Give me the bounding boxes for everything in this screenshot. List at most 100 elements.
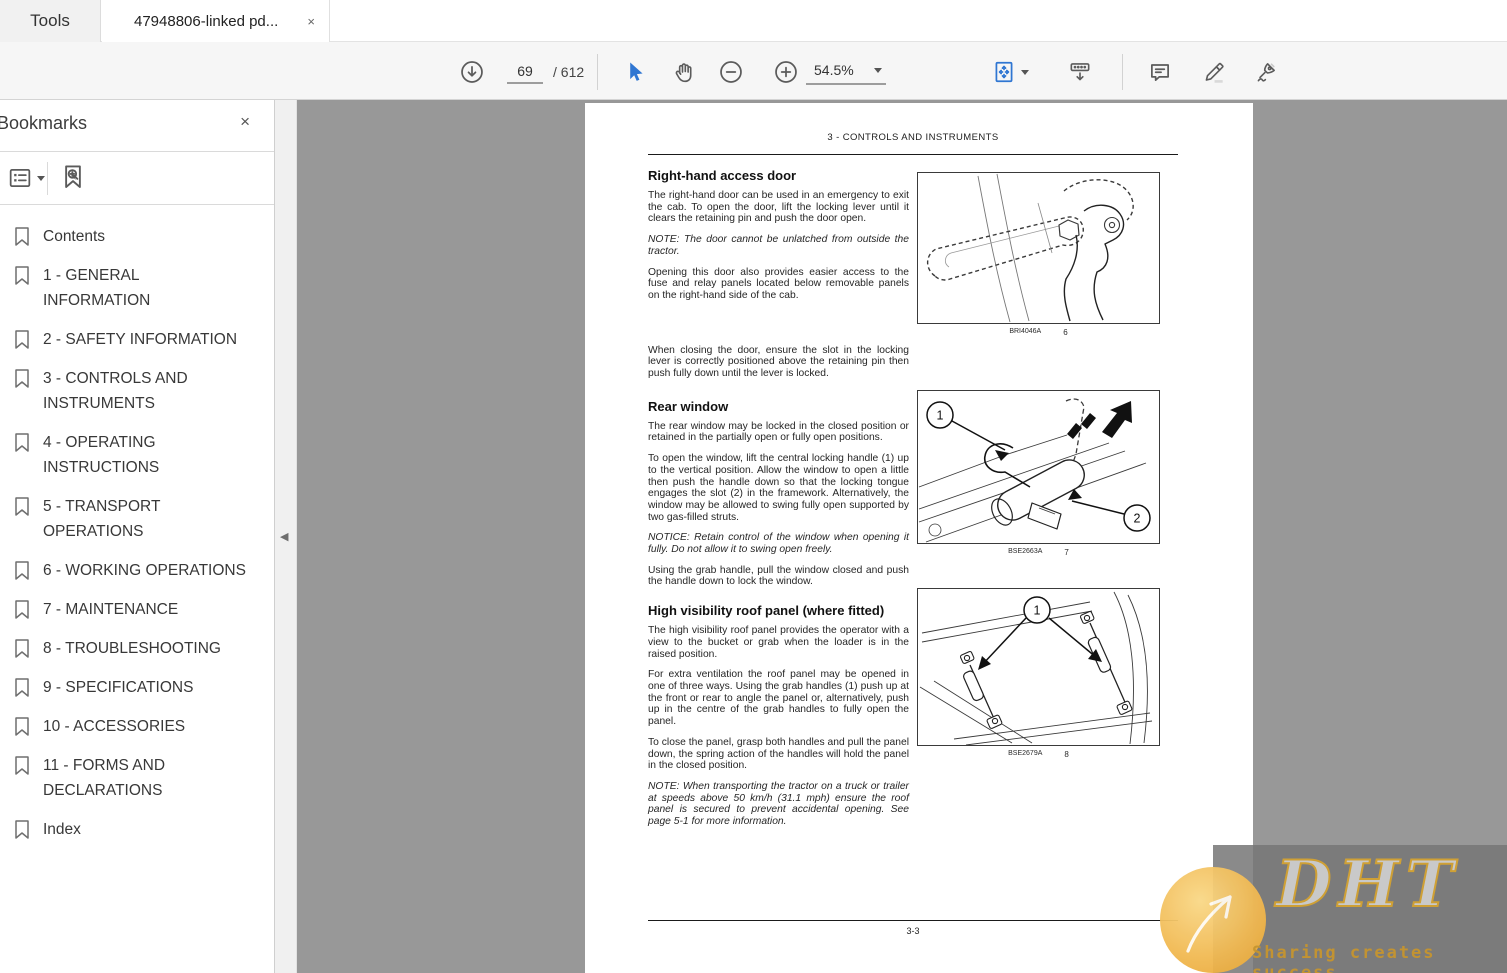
bookmark-icon: [15, 497, 29, 516]
page-running-header: 3 - CONTROLS AND INSTRUMENTS: [827, 132, 999, 143]
bookmark-icon: [15, 227, 29, 246]
bookmark-item-3[interactable]: 2 - SAFETY INFORMATION: [0, 320, 268, 359]
svg-text:1: 1: [937, 409, 944, 423]
toolbar-divider: [1122, 54, 1123, 90]
bookmark-icon: [15, 561, 29, 580]
document-viewport[interactable]: 3 - CONTROLS AND INSTRUMENTS Right-hand …: [297, 100, 1507, 973]
hide-toolbar-icon[interactable]: [1066, 58, 1094, 86]
watermark-tagline: Sharing creates success: [1252, 943, 1436, 973]
bookmarks-title: Bookmarks: [0, 113, 88, 133]
hand-tool-icon[interactable]: [670, 58, 698, 86]
bookmarks-list: Contents 1 - GENERAL INFORMATION 2 - SAF…: [0, 205, 274, 849]
page-text-column: Right-hand access door The right-hand do…: [648, 155, 909, 837]
bookmark-item-label: 5 - TRANSPORT OPERATIONS: [43, 498, 161, 540]
bookmark-item-label: Index: [43, 821, 81, 838]
bookmark-options-icon[interactable]: [6, 164, 45, 192]
main-area: Bookmarks × Contents 1 - GENERAL INFORMA…: [0, 100, 1507, 973]
paragraph: The right-hand door can be used in an em…: [648, 190, 909, 225]
collapse-panel-icon[interactable]: ◀: [280, 530, 288, 543]
figure-number: 7: [1064, 548, 1069, 557]
bookmark-item-7[interactable]: 6 - WORKING OPERATIONS: [0, 551, 268, 590]
bookmark-item-1[interactable]: Contents: [0, 217, 268, 256]
download-icon[interactable]: [458, 58, 486, 86]
bookmark-item-label: 2 - SAFETY INFORMATION: [43, 331, 238, 348]
toolbar-divider: [597, 54, 598, 90]
page-folio: 3-3: [906, 926, 920, 936]
section-heading: Rear window: [648, 398, 729, 414]
close-icon[interactable]: ×: [240, 112, 250, 132]
bookmark-item-9[interactable]: 8 - TROUBLESHOOTING: [0, 629, 268, 668]
page-number-input[interactable]: [507, 59, 543, 84]
note-paragraph: NOTICE: Retain control of the window whe…: [648, 532, 909, 556]
bookmark-icon: [15, 600, 29, 619]
bookmark-icon: [15, 820, 29, 839]
tab-close-icon[interactable]: ×: [307, 14, 315, 29]
chevron-down-icon: [874, 67, 882, 73]
bookmark-item-11[interactable]: 10 - ACCESSORIES: [0, 707, 268, 746]
bookmark-icon: [15, 369, 29, 388]
bookmarks-toolbar: [0, 152, 274, 205]
zoom-out-icon[interactable]: [717, 58, 745, 86]
bookmark-item-label: 3 - CONTROLS AND INSTRUMENTS: [43, 370, 188, 412]
bookmark-icon: [15, 678, 29, 697]
bookmark-icon: [15, 639, 29, 658]
bookmark-icon: [15, 756, 29, 775]
chevron-down-icon: [37, 175, 45, 181]
section-heading: High visibility roof panel (where fitted…: [648, 603, 885, 619]
bookmark-item-label: 4 - OPERATING INSTRUCTIONS: [43, 434, 160, 476]
paragraph: To close the panel, grasp both handles a…: [648, 736, 909, 772]
find-current-bookmark-icon[interactable]: [58, 162, 88, 192]
toolbar: / 612 54.5%: [0, 42, 1507, 100]
paragraph: The high visibility roof panel provides …: [648, 625, 909, 660]
zoom-in-icon[interactable]: [772, 58, 800, 86]
bookmark-icon: [15, 330, 29, 349]
tab-document[interactable]: 47948806-linked pd... ×: [102, 0, 330, 42]
bookmark-item-12[interactable]: 11 - FORMS AND DECLARATIONS: [0, 746, 268, 810]
bookmark-item-8[interactable]: 7 - MAINTENANCE: [0, 590, 268, 629]
fit-page-icon[interactable]: [988, 58, 1032, 86]
tab-bar: Tools 47948806-linked pd... ×: [0, 0, 1507, 42]
bookmark-item-10[interactable]: 9 - SPECIFICATIONS: [0, 668, 268, 707]
bookmarks-panel: Bookmarks × Contents 1 - GENERAL INFORMA…: [0, 100, 275, 973]
pdf-page: 3 - CONTROLS AND INSTRUMENTS Right-hand …: [585, 103, 1253, 973]
tab-document-label: 47948806-linked pd...: [134, 12, 279, 30]
section-heading: Right-hand access door: [648, 168, 797, 183]
zoom-level-value: 54.5%: [814, 62, 854, 78]
figure-number: 6: [1063, 328, 1068, 337]
bookmark-icon: [15, 717, 29, 736]
paragraph: When closing the door, ensure the slot i…: [648, 344, 909, 380]
figure-access-door: BRI4046A 6: [917, 172, 1160, 337]
figure-number: 8: [1064, 750, 1069, 759]
bookmark-item-label: 6 - WORKING OPERATIONS: [43, 562, 246, 579]
svg-text:2: 2: [1134, 512, 1141, 526]
sign-icon[interactable]: [1252, 58, 1280, 86]
paragraph: Using the grab handle, pull the window c…: [648, 564, 909, 588]
watermark-backdrop: [1213, 845, 1507, 973]
bookmark-item-6[interactable]: 5 - TRANSPORT OPERATIONS: [0, 487, 268, 551]
select-tool-icon[interactable]: [620, 58, 648, 86]
footer-rule: [648, 920, 1178, 921]
bookmarks-header: Bookmarks ×: [0, 100, 274, 152]
tab-tools[interactable]: Tools: [0, 0, 101, 42]
figure-code: BSE2663A: [1008, 548, 1043, 555]
bookmark-item-13[interactable]: Index: [0, 810, 268, 849]
bookmark-item-2[interactable]: 1 - GENERAL INFORMATION: [0, 256, 268, 320]
paragraph: For extra ventilation the roof panel may…: [648, 669, 909, 728]
note-paragraph: NOTE: When transporting the tractor on a…: [648, 780, 909, 828]
paragraph: Opening this door also provides easier a…: [648, 266, 909, 301]
figure-rear-window: 1 2 BSE2663A 7: [917, 390, 1160, 557]
figure-code: BRI4046A: [1009, 328, 1042, 335]
svg-text:1: 1: [1034, 604, 1041, 618]
paragraph: To open the window, lift the central loc…: [648, 453, 909, 523]
panel-collapse-gutter[interactable]: ◀: [275, 100, 297, 973]
zoom-level-select[interactable]: 54.5%: [806, 59, 886, 85]
highlight-icon[interactable]: [1200, 58, 1228, 86]
watermark-logo-text: DHT: [1275, 846, 1461, 923]
bookmark-item-label: 7 - MAINTENANCE: [43, 601, 179, 618]
bookmark-icon: [15, 266, 29, 285]
bookmark-item-4[interactable]: 3 - CONTROLS AND INSTRUMENTS: [0, 359, 268, 423]
comment-icon[interactable]: [1146, 58, 1174, 86]
bookmark-item-5[interactable]: 4 - OPERATING INSTRUCTIONS: [0, 423, 268, 487]
note-paragraph: NOTE: The door cannot be unlatched from …: [648, 234, 909, 257]
bookmark-item-label: 1 - GENERAL INFORMATION: [43, 267, 151, 309]
